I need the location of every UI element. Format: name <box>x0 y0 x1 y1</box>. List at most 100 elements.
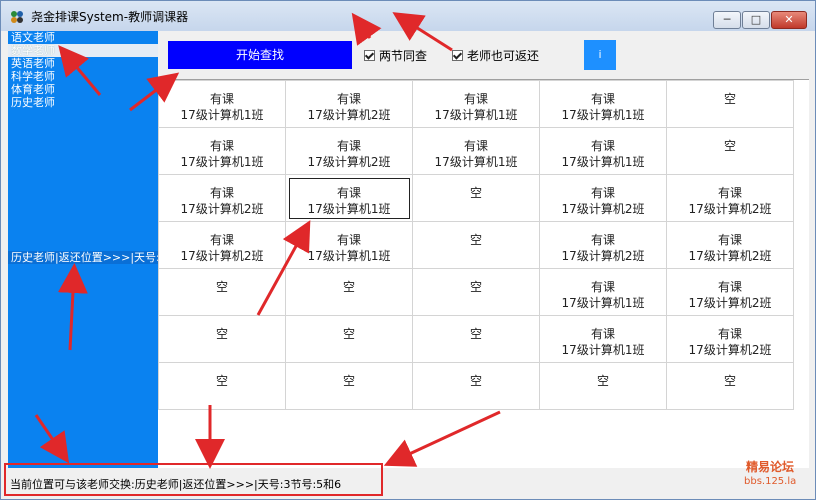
schedule-grid: 有课 17级计算机1班 有课 17级计算机2班 有课 17级计算机1班 有课 17级计算机1班… <box>158 80 809 468</box>
cell-class: 17级计算机1班 <box>307 202 391 216</box>
cell-status: 有课 <box>590 139 615 153</box>
start-search-button[interactable]: 开始查找 <box>168 41 352 69</box>
schedule-cell[interactable]: 空 <box>666 362 794 410</box>
schedule-cell[interactable]: 空 <box>539 362 667 410</box>
cell-status: 有课 <box>209 233 234 247</box>
cell-class: 17级计算机2班 <box>307 108 391 122</box>
cell-class: 17级计算机1班 <box>307 249 391 263</box>
cell-status: 有课 <box>336 139 361 153</box>
schedule-cell[interactable]: 有课 17级计算机1班 <box>539 315 667 363</box>
schedule-row: 空空空有课 17级计算机1班 有课 17级计算机2班 <box>158 315 794 363</box>
cell-status: 有课 <box>590 233 615 247</box>
schedule-cell[interactable]: 空 <box>285 315 413 363</box>
two-periods-checkbox[interactable]: 两节同查 <box>364 47 427 64</box>
schedule-cell[interactable]: 空 <box>158 315 286 363</box>
cell-class: 17级计算机2班 <box>688 296 772 310</box>
schedule-cell[interactable]: 有课 17级计算机2班 <box>539 221 667 269</box>
cell-status: 有课 <box>463 92 488 106</box>
schedule-cell[interactable]: 有课 17级计算机2班 <box>539 174 667 222</box>
cell-class: 17级计算机1班 <box>434 155 518 169</box>
cell-status: 空 <box>469 233 482 247</box>
minimize-button[interactable]: ─ <box>713 11 741 29</box>
schedule-cell[interactable]: 有课 17级计算机2班 <box>666 315 794 363</box>
cell-status: 有课 <box>463 139 488 153</box>
teacher-item[interactable]: 英语老师 <box>8 57 158 70</box>
annotation-box <box>4 463 383 496</box>
watermark-title: 精易论坛 <box>746 460 795 474</box>
teacher-item[interactable]: 语文老师 <box>8 31 158 44</box>
schedule-cell[interactable]: 有课 17级计算机2班 <box>666 268 794 316</box>
schedule-cell[interactable]: 有课 17级计算机1班 <box>412 80 540 128</box>
schedule-cell[interactable]: 空 <box>666 80 794 128</box>
cell-status: 空 <box>723 374 736 388</box>
schedule-cell[interactable]: 空 <box>285 362 413 410</box>
swap-result-item[interactable]: 历史老师|返还位置>>>|天号:3节号:5和6 <box>8 251 158 264</box>
schedule-cell[interactable]: 有课 17级计算机1班 <box>158 127 286 175</box>
schedule-cell[interactable]: 空 <box>158 268 286 316</box>
toolbar: 开始查找 两节同查 老师也可返还 i <box>158 31 809 80</box>
cell-status: 有课 <box>590 327 615 341</box>
teacher-return-label: 老师也可返还 <box>467 49 540 63</box>
info-button[interactable]: i <box>584 40 616 70</box>
schedule-cell[interactable]: 有课 17级计算机1班 <box>285 221 413 269</box>
cell-status: 空 <box>469 280 482 294</box>
cell-status: 有课 <box>590 92 615 106</box>
cell-class: 17级计算机2班 <box>180 249 264 263</box>
title-bar[interactable]: 尧金排课System-教师调课器 ─ □ ✕ <box>1 1 815 31</box>
maximize-button[interactable]: □ <box>742 11 770 29</box>
cell-status: 空 <box>723 92 736 106</box>
schedule-cell[interactable]: 空 <box>412 174 540 222</box>
cell-status: 有课 <box>717 327 742 341</box>
cell-status: 空 <box>215 280 228 294</box>
schedule-row: 空空空有课 17级计算机1班 有课 17级计算机2班 <box>158 268 794 316</box>
schedule-cell[interactable]: 有课 17级计算机1班 <box>539 268 667 316</box>
cell-class: 17级计算机1班 <box>561 108 645 122</box>
schedule-cell[interactable]: 有课 17级计算机2班 <box>158 221 286 269</box>
checkbox-checked-icon[interactable] <box>452 50 463 61</box>
schedule-cell[interactable]: 空 <box>412 315 540 363</box>
schedule-cell[interactable]: 空 <box>412 362 540 410</box>
schedule-cell[interactable]: 空 <box>412 268 540 316</box>
window-title: 尧金排课System-教师调课器 <box>31 10 189 24</box>
schedule-cell[interactable]: 有课 17级计算机1班 <box>539 80 667 128</box>
cell-status: 有课 <box>590 186 615 200</box>
schedule-cell[interactable]: 有课 17级计算机1班 <box>158 80 286 128</box>
schedule-cell[interactable]: 有课 17级计算机2班 <box>666 221 794 269</box>
schedule-row: 空空空空空 <box>158 362 794 410</box>
cell-status: 空 <box>469 374 482 388</box>
cell-status: 空 <box>342 280 355 294</box>
schedule-cell[interactable]: 空 <box>285 268 413 316</box>
teacher-item[interactable]: 科学老师 <box>8 70 158 83</box>
cell-class: 17级计算机2班 <box>688 343 772 357</box>
teacher-item[interactable]: 历史老师 <box>8 96 158 109</box>
schedule-cell[interactable]: 有课 17级计算机1班 <box>539 127 667 175</box>
schedule-cell[interactable]: 有课 17级计算机1班 <box>412 127 540 175</box>
cell-status: 空 <box>469 327 482 341</box>
cell-class: 17级计算机1班 <box>434 108 518 122</box>
schedule-cell[interactable]: 有课 17级计算机2班 <box>285 80 413 128</box>
schedule-cell[interactable]: 有课 17级计算机1班 <box>285 174 413 222</box>
cell-status: 有课 <box>717 186 742 200</box>
cell-status: 空 <box>342 374 355 388</box>
cell-status: 空 <box>342 327 355 341</box>
schedule-cell[interactable]: 有课 17级计算机2班 <box>666 174 794 222</box>
schedule-cell[interactable]: 有课 17级计算机2班 <box>285 127 413 175</box>
teacher-list[interactable]: 语文老师 数学老师 英语老师 科学老师 体育老师 历史老师 历史老师|返还位置>… <box>8 31 158 468</box>
cell-status: 有课 <box>209 139 234 153</box>
teacher-item[interactable]: 体育老师 <box>8 83 158 96</box>
schedule-cell[interactable]: 空 <box>158 362 286 410</box>
teacher-item-selected[interactable]: 数学老师 <box>8 44 158 57</box>
checkbox-checked-icon[interactable] <box>364 50 375 61</box>
close-button[interactable]: ✕ <box>771 11 807 29</box>
schedule-table: 有课 17级计算机1班 有课 17级计算机2班 有课 17级计算机1班 有课 17级计算机1班… <box>158 80 794 410</box>
schedule-cell[interactable]: 空 <box>412 221 540 269</box>
cell-class: 17级计算机1班 <box>561 155 645 169</box>
cell-status: 有课 <box>717 280 742 294</box>
cell-status: 空 <box>469 186 482 200</box>
schedule-cell[interactable]: 有课 17级计算机2班 <box>158 174 286 222</box>
cell-status: 空 <box>723 139 736 153</box>
teacher-return-checkbox[interactable]: 老师也可返还 <box>452 47 539 64</box>
cell-status: 有课 <box>590 280 615 294</box>
cell-status: 有课 <box>336 92 361 106</box>
schedule-cell[interactable]: 空 <box>666 127 794 175</box>
